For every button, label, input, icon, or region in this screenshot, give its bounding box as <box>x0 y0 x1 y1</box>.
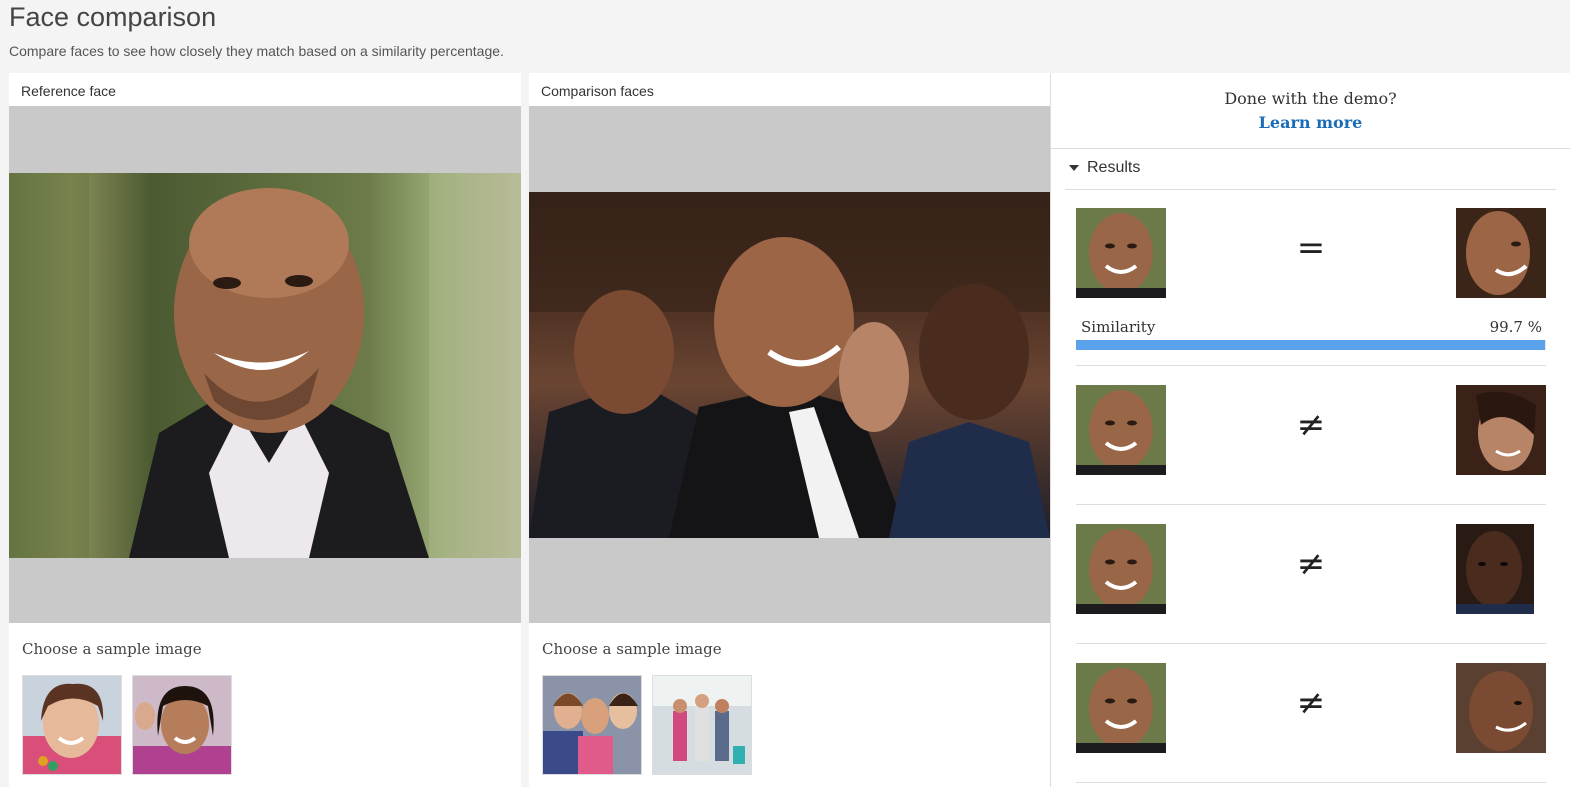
comparison-faces-label: Comparison faces <box>541 83 654 99</box>
result-row: ≠ <box>1076 385 1546 475</box>
divider <box>1065 189 1556 190</box>
result-row: ≠ <box>1076 524 1546 614</box>
similarity-bar <box>1076 340 1546 350</box>
reference-face-thumbnail <box>1076 663 1166 753</box>
results-header-label: Results <box>1087 159 1141 176</box>
reference-face-thumbnail <box>1076 208 1166 298</box>
sample-thumbnail[interactable] <box>22 675 122 775</box>
comparison-sample-label: Choose a sample image <box>542 640 722 658</box>
reference-panel: Reference face Choose a sample image <box>9 73 521 787</box>
comparison-image-area <box>529 106 1050 623</box>
results-panel: Done with the demo? Learn more Results =… <box>1050 73 1570 787</box>
divider <box>1076 365 1546 366</box>
compared-face-thumbnail <box>1456 524 1534 614</box>
caret-down-icon <box>1069 165 1079 171</box>
page-subtitle: Compare faces to see how closely they ma… <box>9 43 504 59</box>
compared-face-thumbnail <box>1456 385 1546 475</box>
page-title: Face comparison <box>9 2 217 32</box>
reference-face-thumbnail <box>1076 385 1166 475</box>
not-equal-icon: ≠ <box>1296 683 1326 723</box>
result-row: ≠ <box>1076 663 1546 753</box>
not-equal-icon: ≠ <box>1296 405 1326 445</box>
sample-thumbnail[interactable] <box>542 675 642 775</box>
divider <box>1076 504 1546 505</box>
divider <box>1076 643 1546 644</box>
divider <box>1076 782 1546 783</box>
divider <box>1051 148 1570 149</box>
comparison-photo <box>529 192 1050 538</box>
similarity-label: Similarity <box>1081 318 1156 336</box>
reference-image-area <box>9 106 521 623</box>
result-row: = <box>1076 208 1546 298</box>
comparison-panel: Comparison faces Choose a sample image <box>529 73 1050 787</box>
reference-face-label: Reference face <box>21 83 116 99</box>
similarity-bar-fill <box>1076 340 1545 350</box>
equal-icon: = <box>1296 228 1326 268</box>
learn-more-link[interactable]: Learn more <box>1051 113 1570 132</box>
sample-thumbnail[interactable] <box>132 675 232 775</box>
done-with-demo-text: Done with the demo? <box>1224 89 1397 108</box>
sample-thumbnail[interactable] <box>652 675 752 775</box>
compared-face-thumbnail <box>1456 663 1546 753</box>
not-equal-icon: ≠ <box>1296 544 1326 584</box>
reference-face-thumbnail <box>1076 524 1166 614</box>
results-toggle[interactable]: Results <box>1069 159 1140 177</box>
reference-sample-label: Choose a sample image <box>22 640 202 658</box>
reference-photo <box>9 173 521 558</box>
similarity-value: 99.7 % <box>1489 318 1542 336</box>
matched-face-thumbnail <box>1456 208 1546 298</box>
